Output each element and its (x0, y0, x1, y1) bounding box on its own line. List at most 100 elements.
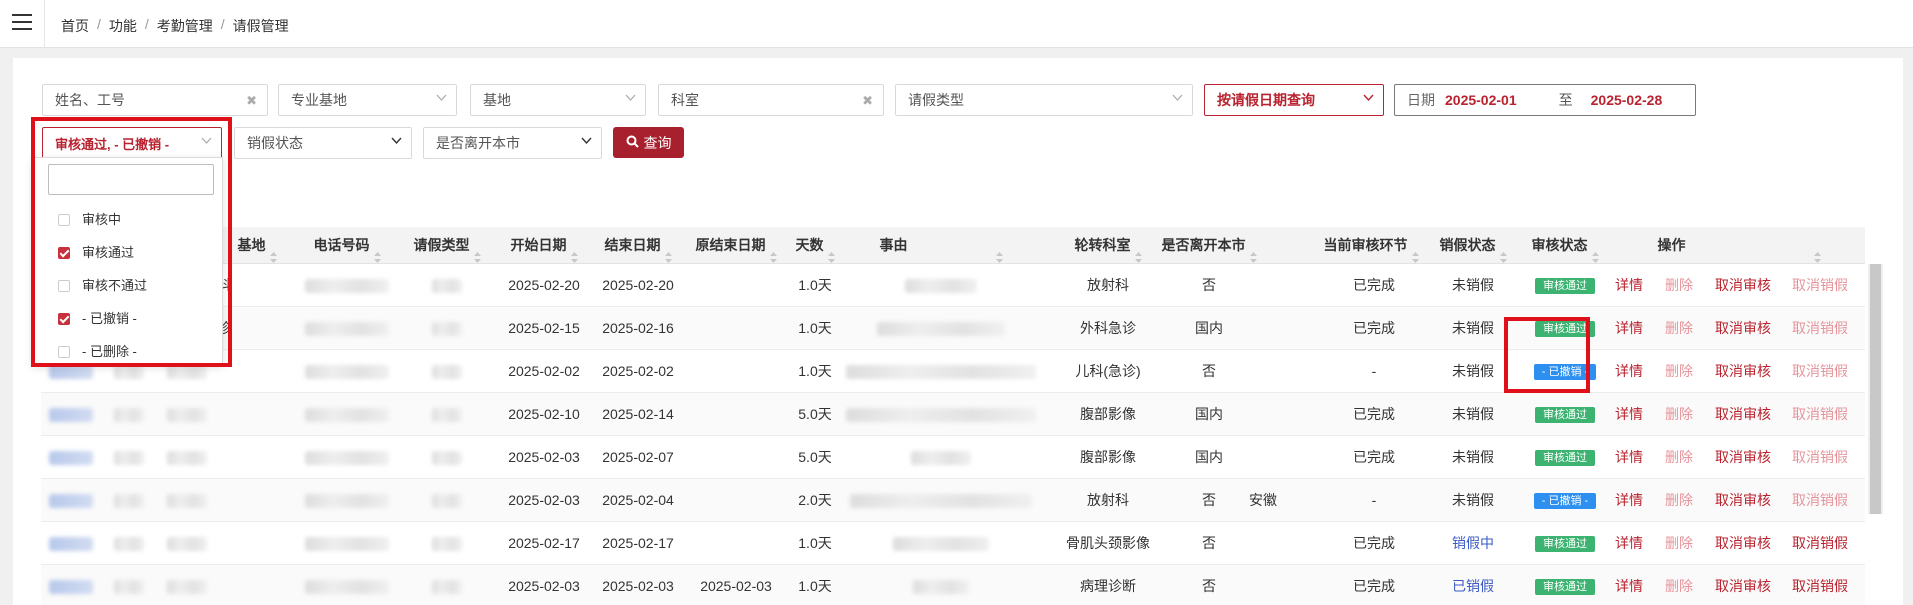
detail-link[interactable]: 详情 (1615, 565, 1643, 605)
specialty-base-select[interactable]: 专业基地 (278, 84, 457, 116)
cancel-audit-link[interactable]: 取消审核 (1715, 307, 1771, 350)
sort-icon[interactable] (664, 240, 672, 263)
cancel-status-cell[interactable]: 已销假 (1425, 565, 1521, 605)
column-header-audit-status[interactable]: 审核状态 (1517, 227, 1613, 264)
cancel-audit-link[interactable]: 取消审核 (1715, 264, 1771, 307)
detail-link[interactable]: 详情 (1615, 436, 1643, 479)
sort-icon[interactable] (1813, 240, 1821, 263)
query-mode-select[interactable]: 按请假日期查询 (1204, 84, 1384, 116)
detail-link[interactable]: 详情 (1615, 393, 1643, 436)
column-header-leave-type[interactable]: 请假类型 (397, 227, 497, 264)
cancel-audit-link[interactable]: 取消审核 (1715, 522, 1771, 565)
column-header-cancel-status[interactable]: 销假状态 (1425, 227, 1521, 264)
date-to[interactable]: 2025-02-28 (1591, 92, 1663, 108)
column-header-reason[interactable]: 事由 (843, 227, 1039, 264)
breadcrumb-attendance[interactable]: 考勤管理 (157, 16, 213, 36)
column-header-audit-step[interactable]: 当前审核环节 (1305, 227, 1437, 264)
delete-link[interactable]: 删除 (1665, 350, 1693, 393)
cancel-status-cell: 未销假 (1452, 277, 1494, 293)
orig-end-date-cell (685, 393, 787, 436)
query-button[interactable]: 查询 (613, 127, 684, 158)
department-input[interactable]: 科室 ✖ (658, 84, 884, 116)
detail-link[interactable]: 详情 (1615, 307, 1643, 350)
blurred-name[interactable] (49, 494, 93, 509)
sort-icon[interactable] (769, 240, 777, 263)
cancel-leave-link[interactable]: 取消销假 (1792, 479, 1848, 522)
sort-icon[interactable] (827, 240, 835, 263)
date-from[interactable]: 2025-02-01 (1445, 92, 1517, 108)
sort-icon[interactable] (473, 240, 481, 263)
delete-link[interactable]: 删除 (1665, 436, 1693, 479)
menu-icon[interactable] (12, 14, 32, 32)
detail-link[interactable]: 详情 (1615, 350, 1643, 393)
name-search-input[interactable]: 姓名、工号 ✖ (42, 84, 268, 116)
clear-icon[interactable]: ✖ (246, 93, 257, 109)
end-date-cell: 2025-02-14 (602, 406, 674, 422)
column-header-phone[interactable]: 电话号码 (297, 227, 397, 264)
name-cell[interactable] (41, 522, 101, 565)
column-header-days[interactable]: 天数 (787, 227, 843, 264)
cancel-leave-link[interactable]: 取消销假 (1792, 522, 1848, 565)
scrollbar-thumb[interactable] (1870, 264, 1881, 514)
detail-link[interactable]: 详情 (1615, 479, 1643, 522)
cancel-leave-link[interactable]: 取消销假 (1792, 307, 1848, 350)
sort-icon[interactable] (1499, 240, 1507, 263)
cancel-audit-link[interactable]: 取消审核 (1715, 350, 1771, 393)
delete-link[interactable]: 删除 (1665, 264, 1693, 307)
cancel-audit-link[interactable]: 取消审核 (1715, 436, 1771, 479)
cancel-leave-link[interactable]: 取消销假 (1792, 436, 1848, 479)
cancel-status-cell[interactable]: 销假中 (1425, 522, 1521, 565)
cancel-leave-link[interactable]: 取消销假 (1792, 264, 1848, 307)
leave-type-select[interactable]: 请假类型 (895, 84, 1193, 116)
cancel-leave-link[interactable]: 取消销假 (1792, 350, 1848, 393)
column-header-end-date[interactable]: 结束日期 (591, 227, 685, 264)
blurred-id (114, 580, 144, 595)
end-date-cell: 2025-02-03 (602, 578, 674, 594)
scrollbar[interactable] (1868, 264, 1883, 514)
city-cell (1249, 307, 1299, 350)
delete-link[interactable]: 删除 (1665, 565, 1693, 605)
cancel-leave-link[interactable]: 取消销假 (1792, 565, 1848, 605)
delete-link[interactable]: 删除 (1665, 307, 1693, 350)
base-select[interactable]: 基地 (470, 84, 646, 116)
base-cell (217, 479, 257, 522)
name-cell[interactable] (41, 393, 101, 436)
breadcrumb-home[interactable]: 首页 (61, 16, 89, 36)
sort-icon[interactable] (570, 240, 578, 263)
blurred-reason (905, 279, 977, 294)
sort-icon[interactable] (1249, 240, 1257, 263)
orig-end-date-cell: 2025-02-03 (700, 578, 772, 594)
delete-link[interactable]: 删除 (1665, 479, 1693, 522)
detail-link[interactable]: 详情 (1615, 264, 1643, 307)
sort-icon[interactable] (373, 240, 381, 263)
sort-icon[interactable] (1591, 240, 1599, 263)
name-cell[interactable] (41, 479, 101, 522)
cancel-leave-link[interactable]: 取消销假 (1792, 393, 1848, 436)
sort-icon[interactable] (1134, 240, 1142, 263)
cancel-audit-link[interactable]: 取消审核 (1715, 565, 1771, 605)
delete-link[interactable]: 删除 (1665, 393, 1693, 436)
delete-link[interactable]: 删除 (1665, 522, 1693, 565)
column-header-orig-end-date[interactable]: 原结束日期 (685, 227, 787, 264)
leave-type-cell (397, 264, 497, 307)
breadcrumb-function[interactable]: 功能 (109, 16, 137, 36)
left-city-select[interactable]: 是否离开本市 (423, 127, 602, 159)
cancel-audit-link[interactable]: 取消审核 (1715, 479, 1771, 522)
column-header-start-date[interactable]: 开始日期 (497, 227, 591, 264)
days-cell: 5.0天 (798, 449, 832, 465)
sort-icon[interactable] (269, 240, 277, 263)
detail-link[interactable]: 详情 (1615, 522, 1643, 565)
date-range-input[interactable]: 日期 2025-02-01 至 2025-02-28 (1394, 84, 1696, 116)
cancel-status-select[interactable]: 销假状态 (234, 127, 412, 159)
cancel-audit-link[interactable]: 取消审核 (1715, 393, 1771, 436)
blurred-name[interactable] (49, 408, 93, 423)
blurred-name[interactable] (49, 580, 93, 595)
sort-icon[interactable] (1411, 240, 1419, 263)
sort-icon[interactable] (995, 240, 1003, 263)
column-header-left-city[interactable]: 是否离开本市 (1149, 227, 1269, 264)
blurred-name[interactable] (49, 451, 93, 466)
clear-icon[interactable]: ✖ (862, 93, 873, 109)
name-cell[interactable] (41, 436, 101, 479)
name-cell[interactable] (41, 565, 101, 605)
blurred-name[interactable] (49, 537, 93, 552)
